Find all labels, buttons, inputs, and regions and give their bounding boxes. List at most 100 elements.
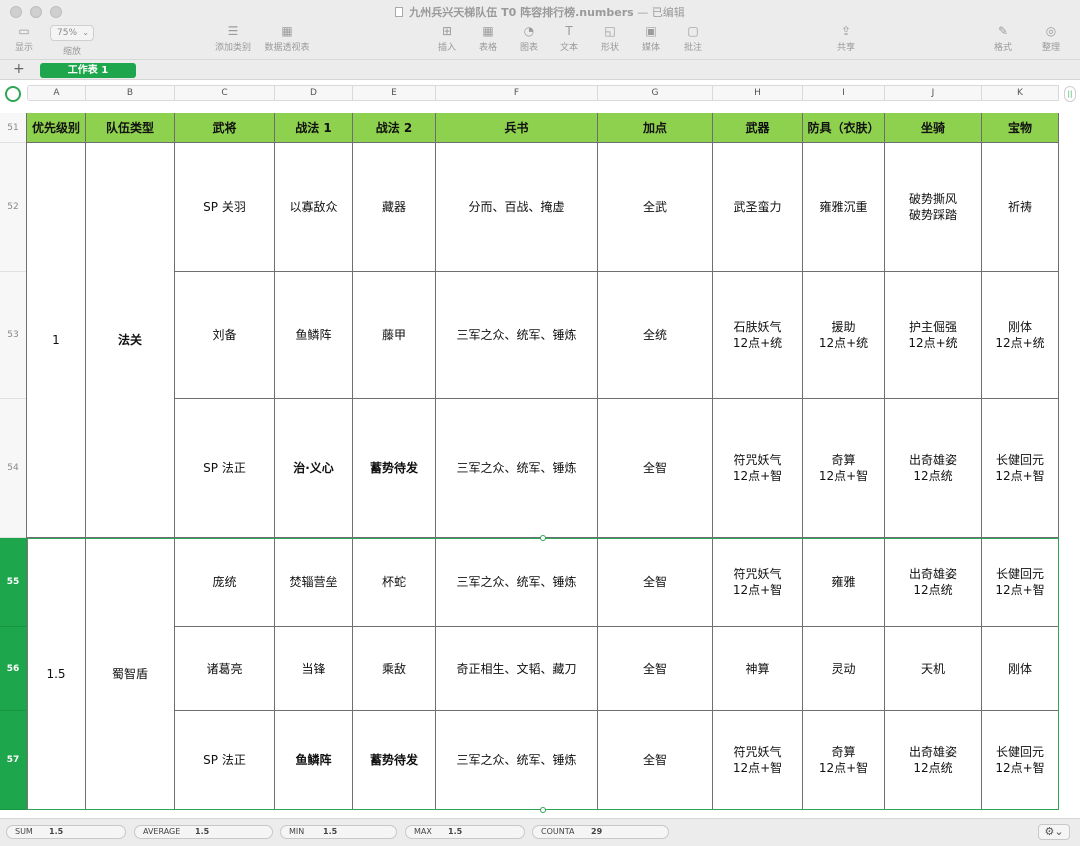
table-header-cell[interactable]: 兵书 (436, 113, 598, 143)
format-button[interactable]: ✎ 格式 (977, 24, 1029, 53)
table-cell[interactable]: 出奇雄姿 12点统 (885, 538, 982, 627)
table-cell[interactable]: 以寡敌众 (275, 143, 353, 272)
organize-button[interactable]: ◎ 整理 (1025, 24, 1077, 53)
table-cell[interactable]: 全智 (598, 538, 713, 627)
table-cell[interactable]: 符咒妖气 12点+智 (713, 399, 803, 538)
table-cell[interactable]: 武圣蛮力 (713, 143, 803, 272)
comment-button[interactable]: ▢ 批注 (667, 24, 719, 53)
row-header-56[interactable]: 56 (0, 627, 26, 711)
table-cell[interactable]: 护主倔强 12点+统 (885, 272, 982, 399)
column-header-a[interactable]: A (27, 85, 86, 101)
table-cell[interactable]: 援助 12点+统 (803, 272, 885, 399)
add-sheet-button[interactable]: + (13, 61, 25, 77)
column-header-b[interactable]: B (86, 85, 175, 101)
table-cell[interactable]: 石肤妖气 12点+统 (713, 272, 803, 399)
table-cell[interactable]: 当锋 (275, 627, 353, 711)
table-cell[interactable]: 出奇雄姿 12点统 (885, 711, 982, 810)
add-column-handle[interactable]: || (1064, 86, 1076, 102)
table-cell[interactable]: 庞统 (175, 538, 275, 627)
column-header-j[interactable]: J (885, 85, 982, 101)
table-cell[interactable]: 刚体 (982, 627, 1059, 711)
team-type-cell[interactable]: 蜀智盾 (86, 538, 175, 810)
table-cell[interactable]: 乘敌 (353, 627, 436, 711)
table-cell[interactable]: 破势撕风 破势踩踏 (885, 143, 982, 272)
table-header-cell[interactable]: 战法 2 (353, 113, 436, 143)
sum-stat[interactable]: SUM 1.5 (6, 825, 126, 839)
priority-cell[interactable]: 1.5 (27, 538, 86, 810)
column-header-h[interactable]: H (713, 85, 803, 101)
table-cell[interactable]: 奇算 12点+智 (803, 399, 885, 538)
column-header-d[interactable]: D (275, 85, 353, 101)
table-header-cell[interactable]: 武器 (713, 113, 803, 143)
table-cell[interactable]: SP 法正 (175, 711, 275, 810)
table-cell[interactable]: 长健回元 12点+智 (982, 711, 1059, 810)
team-type-cell[interactable]: 法关 (86, 143, 175, 538)
table-cell[interactable]: 藏器 (353, 143, 436, 272)
table-cell[interactable]: 长健回元 12点+智 (982, 538, 1059, 627)
column-header-k[interactable]: K (982, 85, 1059, 101)
table-cell[interactable]: 灵动 (803, 627, 885, 711)
table-header-cell[interactable]: 加点 (598, 113, 713, 143)
table-cell[interactable]: 全智 (598, 627, 713, 711)
table-cell[interactable]: 三军之众、统军、锤炼 (436, 272, 598, 399)
table-cell[interactable]: 全智 (598, 399, 713, 538)
row-header-54[interactable]: 54 (0, 399, 26, 538)
max-stat[interactable]: MAX 1.5 (405, 825, 525, 839)
row-header-55[interactable]: 55 (0, 538, 26, 627)
row-header-52[interactable]: 52 (0, 143, 26, 272)
table-header-cell[interactable]: 武将 (175, 113, 275, 143)
table-cell[interactable]: 天机 (885, 627, 982, 711)
table-cell[interactable]: 刚体 12点+统 (982, 272, 1059, 399)
table-cell[interactable]: SP 关羽 (175, 143, 275, 272)
table-cell[interactable]: 焚辎营垒 (275, 538, 353, 627)
table-cell[interactable]: 蓄势待发 (353, 711, 436, 810)
priority-cell[interactable]: 1 (27, 143, 86, 538)
average-stat[interactable]: AVERAGE 1.5 (134, 825, 273, 839)
table-cell[interactable]: 鱼鳞阵 (275, 711, 353, 810)
min-stat[interactable]: MIN 1.5 (280, 825, 397, 839)
table-cell[interactable]: 雍雅 (803, 538, 885, 627)
table-cell[interactable]: 杯蛇 (353, 538, 436, 627)
table-header-cell[interactable]: 战法 1 (275, 113, 353, 143)
table-select-handle[interactable] (5, 86, 21, 102)
table-cell[interactable]: 雍雅沉重 (803, 143, 885, 272)
table-cell[interactable]: 刘备 (175, 272, 275, 399)
table-cell[interactable]: 蓄势待发 (353, 399, 436, 538)
table-cell[interactable]: 诸葛亮 (175, 627, 275, 711)
table-cell[interactable]: 藤甲 (353, 272, 436, 399)
table-cell[interactable]: 奇算 12点+智 (803, 711, 885, 810)
share-button[interactable]: ⇪ 共享 (820, 24, 872, 53)
column-header-e[interactable]: E (353, 85, 436, 101)
table-cell[interactable]: 三军之众、统军、锤炼 (436, 711, 598, 810)
table-cell[interactable]: 全智 (598, 711, 713, 810)
table-cell[interactable]: 符咒妖气 12点+智 (713, 711, 803, 810)
table-header-cell[interactable]: 防具（衣肤） (803, 113, 885, 143)
gear-icon[interactable]: ⚙⌄ (1038, 824, 1070, 840)
column-header-c[interactable]: C (175, 85, 275, 101)
table-cell[interactable]: 出奇雄姿 12点统 (885, 399, 982, 538)
table-cell[interactable]: 符咒妖气 12点+智 (713, 538, 803, 627)
table-cell[interactable]: 全武 (598, 143, 713, 272)
table-cell[interactable]: 治·义心 (275, 399, 353, 538)
zoom-select[interactable]: 75% ⌄ (50, 25, 94, 41)
table-header-cell[interactable]: 坐骑 (885, 113, 982, 143)
row-header-57[interactable]: 57 (0, 711, 26, 810)
add-category-button[interactable]: ☰ 添加类别 (206, 24, 260, 53)
table-cell[interactable]: 分而、百战、掩虚 (436, 143, 598, 272)
table-cell[interactable]: 三军之众、统军、锤炼 (436, 538, 598, 627)
sheet-tab-active[interactable]: 工作表 1 (40, 63, 136, 78)
table-cell[interactable]: 全统 (598, 272, 713, 399)
table-cell[interactable]: 三军之众、统军、锤炼 (436, 399, 598, 538)
column-header-g[interactable]: G (598, 85, 713, 101)
view-button[interactable]: ▭ 显示 (0, 24, 50, 53)
table-cell[interactable]: 神算 (713, 627, 803, 711)
column-header-i[interactable]: I (803, 85, 885, 101)
table-cell[interactable]: 长健回元 12点+智 (982, 399, 1059, 538)
table-header-cell[interactable]: 优先级别 (27, 113, 86, 143)
table-cell[interactable]: 鱼鳞阵 (275, 272, 353, 399)
table-cell[interactable]: 奇正相生、文韬、藏刀 (436, 627, 598, 711)
table-header-cell[interactable]: 宝物 (982, 113, 1059, 143)
pivot-table-button[interactable]: ▦ 数据透视表 (258, 24, 316, 53)
counta-stat[interactable]: COUNTA 29 (532, 825, 669, 839)
table-cell[interactable]: SP 法正 (175, 399, 275, 538)
